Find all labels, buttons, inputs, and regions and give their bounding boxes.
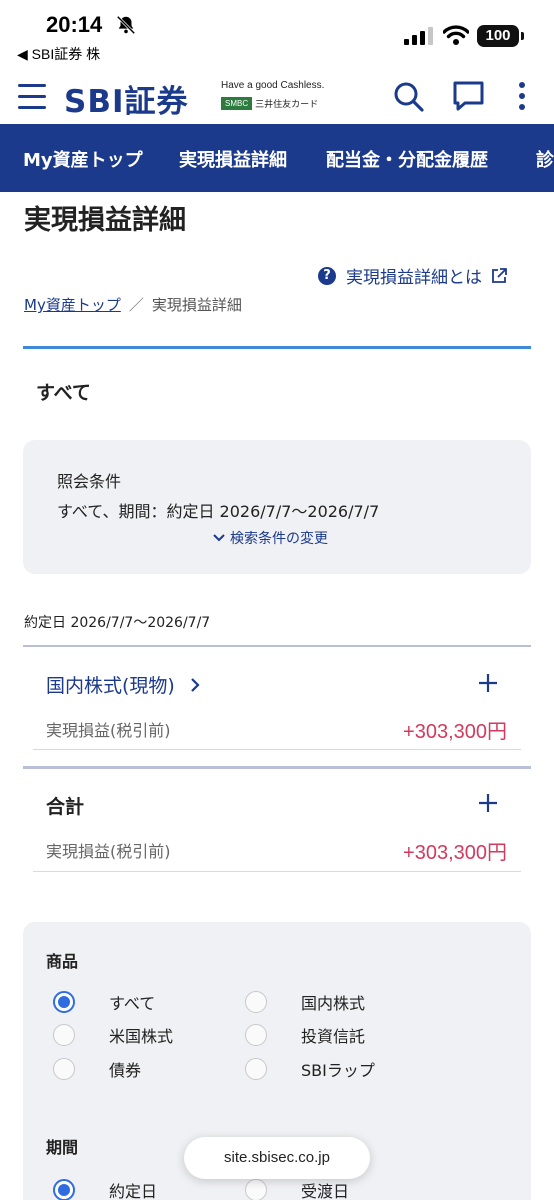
radio-product-domestic-stock[interactable]: 国内株式 [245, 990, 365, 1014]
bell-muted-icon [116, 15, 136, 35]
total-realized-pl-label: 実現損益(税引前) [46, 842, 171, 861]
expand-plus-icon[interactable] [478, 673, 498, 693]
smbc-logo: SMBC [221, 96, 253, 110]
domestic-stock-section: 国内株式(現物) 実現損益(税引前) +303,300円 [23, 645, 531, 770]
wifi-icon [443, 25, 469, 45]
external-link-icon [492, 267, 507, 283]
total-section: 合計 実現損益(税引前) +303,300円 [23, 766, 531, 876]
change-conditions-label: 検索条件の変更 [230, 531, 328, 547]
back-to-app-link[interactable]: ◀ SBI証券 株 [17, 44, 100, 64]
radio-product-sbi-wrap[interactable]: SBIラップ [245, 1057, 375, 1081]
battery-cap [521, 32, 524, 40]
tagline: Have a good Cashless. [221, 80, 325, 91]
radio-selected-icon [53, 1179, 75, 1200]
radio-label: 投資信託 [301, 1027, 366, 1046]
status-bar: 20:14 ◀ SBI証券 株 100 [0, 0, 554, 70]
breadcrumb: My資産トップ ／ 実現損益詳細 [24, 294, 242, 315]
smbc-card-badge: SMBC 三井住友カード [221, 96, 318, 110]
total-realized-pl-value: +303,300円 [403, 842, 507, 864]
page-title: 実現損益詳細 [24, 205, 186, 236]
help-link-label: 実現損益詳細とは [346, 268, 482, 288]
battery-indicator: 100 [477, 25, 519, 47]
period-label: 約定日 2026/7/7〜2026/7/7 [24, 615, 211, 631]
radio-unselected-icon [245, 1179, 267, 1200]
period-filter-title: 期間 [46, 1138, 79, 1157]
breadcrumb-current: 実現損益詳細 [151, 296, 242, 314]
chat-icon[interactable] [452, 80, 485, 112]
radio-unselected-icon [53, 1024, 75, 1046]
realized-pl-value: +303,300円 [403, 721, 507, 743]
radio-label: 米国株式 [109, 1027, 174, 1046]
breadcrumb-home-link[interactable]: My資産トップ [24, 294, 121, 315]
tab-all[interactable]: すべて [36, 378, 91, 405]
product-filter-title: 商品 [46, 952, 79, 971]
nav-bar: My資産トップ 実現損益詳細 配当金・分配金履歴 診 [0, 124, 554, 192]
radio-unselected-icon [245, 1058, 267, 1080]
conditions-title: 照会条件 [57, 472, 122, 491]
tab-diagnosis[interactable]: 診 [536, 146, 554, 172]
tab-dividends[interactable]: 配当金・分配金履歴 [326, 146, 488, 172]
hamburger-menu-icon[interactable] [18, 84, 46, 110]
card-name: 三井住友カード [255, 99, 319, 110]
url-bar[interactable]: site.sbisec.co.jp [184, 1137, 370, 1179]
radio-unselected-icon [245, 991, 267, 1013]
question-icon: ? [318, 266, 336, 285]
radio-product-us-stock[interactable]: 米国株式 [53, 1023, 173, 1047]
status-time: 20:14 [46, 12, 103, 37]
realized-pl-label: 実現損益(税引前) [46, 721, 171, 740]
help-link[interactable]: ? 実現損益詳細とは [318, 263, 508, 288]
radio-label: SBIラップ [301, 1061, 375, 1080]
sbi-logo[interactable]: SBI証券 [64, 76, 189, 121]
radio-label: 債券 [109, 1061, 142, 1080]
change-conditions-link[interactable]: 検索条件の変更 [213, 528, 328, 548]
tab-my-assets[interactable]: My資産トップ [23, 146, 143, 172]
search-icon[interactable] [393, 81, 425, 113]
domestic-stock-label: 国内株式(現物) [46, 675, 175, 697]
radio-label: 受渡日 [301, 1182, 350, 1200]
cellular-signal-icon [404, 27, 433, 45]
radio-product-bond[interactable]: 債券 [53, 1057, 141, 1081]
radio-unselected-icon [53, 1058, 75, 1080]
tab-realized-pl[interactable]: 実現損益詳細 [179, 146, 287, 172]
radio-period-trade-date[interactable]: 約定日 [53, 1178, 157, 1200]
radio-label: 国内株式 [301, 994, 366, 1013]
chevron-down-icon [213, 534, 225, 542]
radio-selected-icon [53, 991, 75, 1013]
section-rule [23, 645, 531, 647]
section-underline [33, 871, 521, 872]
conditions-value: すべて、期間：約定日 2026/7/7〜2026/7/7 [57, 502, 380, 521]
domestic-stock-link[interactable]: 国内株式(現物) [46, 671, 201, 698]
chevron-right-icon [191, 678, 200, 692]
radio-product-fund[interactable]: 投資信託 [245, 1023, 365, 1047]
breadcrumb-separator: ／ [128, 296, 144, 314]
tab-indicator-rule [23, 346, 531, 349]
radio-product-all[interactable]: すべて [53, 990, 155, 1014]
section-underline [33, 749, 521, 750]
radio-label: すべて [109, 994, 156, 1013]
total-label: 合計 [46, 796, 85, 818]
more-vertical-icon[interactable] [514, 82, 530, 112]
expand-plus-icon[interactable] [478, 793, 498, 813]
radio-unselected-icon [245, 1024, 267, 1046]
search-conditions-box: 照会条件 すべて、期間：約定日 2026/7/7〜2026/7/7 検索条件の変… [23, 440, 531, 574]
radio-label: 約定日 [109, 1182, 158, 1200]
radio-period-settlement-date[interactable]: 受渡日 [245, 1178, 349, 1200]
